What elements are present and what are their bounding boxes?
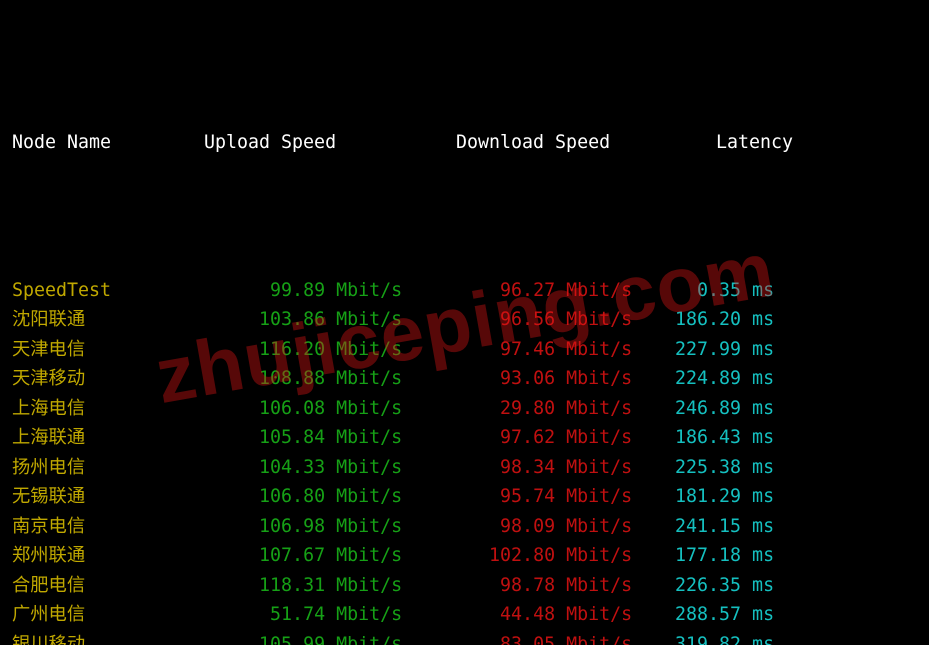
speed-row: 合肥电信 118.31 Mbit/s 98.78 Mbit/s 226.35 m… <box>12 571 917 601</box>
speed-row: 南京电信 106.98 Mbit/s 98.09 Mbit/s 241.15 m… <box>12 512 917 542</box>
download-speed: 97.62 Mbit/s <box>412 423 642 453</box>
node-name: 沈阳联通 <box>12 305 182 335</box>
latency-value: 186.20 ms <box>642 305 917 335</box>
latency-value: 181.29 ms <box>642 482 917 512</box>
upload-speed: 106.08 Mbit/s <box>182 394 412 424</box>
node-name: 南京电信 <box>12 512 182 542</box>
latency-value: 177.18 ms <box>642 541 917 571</box>
node-name: 银川移动 <box>12 630 182 645</box>
header-upload: Upload Speed <box>182 128 434 158</box>
node-name: 天津电信 <box>12 335 182 365</box>
upload-speed: 103.86 Mbit/s <box>182 305 412 335</box>
upload-speed: 116.20 Mbit/s <box>182 335 412 365</box>
latency-value: 246.89 ms <box>642 394 917 424</box>
latency-value: 186.43 ms <box>642 423 917 453</box>
latency-value: 225.38 ms <box>642 453 917 483</box>
upload-speed: 105.84 Mbit/s <box>182 423 412 453</box>
header-latency: Latency <box>686 128 917 158</box>
speed-row: 上海联通 105.84 Mbit/s 97.62 Mbit/s 186.43 m… <box>12 423 917 453</box>
download-speed: 97.46 Mbit/s <box>412 335 642 365</box>
speed-row: 扬州电信 104.33 Mbit/s 98.34 Mbit/s 225.38 m… <box>12 453 917 483</box>
terminal-output: Node Name Upload Speed Download Speed La… <box>0 0 929 645</box>
latency-value: 227.99 ms <box>642 335 917 365</box>
speed-row: SpeedTest 99.89 Mbit/s 96.27 Mbit/s 0.35… <box>12 276 917 306</box>
upload-speed: 108.88 Mbit/s <box>182 364 412 394</box>
download-speed: 96.27 Mbit/s <box>412 276 642 306</box>
node-name: 广州电信 <box>12 600 182 630</box>
speed-row: 无锡联通 106.80 Mbit/s 95.74 Mbit/s 181.29 m… <box>12 482 917 512</box>
header-download: Download Speed <box>434 128 686 158</box>
upload-speed: 99.89 Mbit/s <box>182 276 412 306</box>
node-name: 郑州联通 <box>12 541 182 571</box>
download-speed: 98.78 Mbit/s <box>412 571 642 601</box>
node-name: SpeedTest <box>12 276 182 306</box>
latency-value: 241.15 ms <box>642 512 917 542</box>
download-speed: 44.48 Mbit/s <box>412 600 642 630</box>
upload-speed: 105.99 Mbit/s <box>182 630 412 645</box>
header-row: Node Name Upload Speed Download Speed La… <box>12 128 917 158</box>
upload-speed: 107.67 Mbit/s <box>182 541 412 571</box>
speed-row: 银川移动 105.99 Mbit/s 83.05 Mbit/s 319.82 m… <box>12 630 917 645</box>
latency-value: 0.35 ms <box>642 276 917 306</box>
download-speed: 98.34 Mbit/s <box>412 453 642 483</box>
upload-speed: 51.74 Mbit/s <box>182 600 412 630</box>
node-name: 扬州电信 <box>12 453 182 483</box>
latency-value: 226.35 ms <box>642 571 917 601</box>
download-speed: 95.74 Mbit/s <box>412 482 642 512</box>
node-name: 上海联通 <box>12 423 182 453</box>
upload-speed: 104.33 Mbit/s <box>182 453 412 483</box>
download-speed: 96.56 Mbit/s <box>412 305 642 335</box>
node-name: 无锡联通 <box>12 482 182 512</box>
speed-row: 沈阳联通 103.86 Mbit/s 96.56 Mbit/s 186.20 m… <box>12 305 917 335</box>
upload-speed: 118.31 Mbit/s <box>182 571 412 601</box>
latency-value: 319.82 ms <box>642 630 917 645</box>
speed-row: 天津移动 108.88 Mbit/s 93.06 Mbit/s 224.89 m… <box>12 364 917 394</box>
latency-value: 224.89 ms <box>642 364 917 394</box>
speed-row: 郑州联通 107.67 Mbit/s 102.80 Mbit/s 177.18 … <box>12 541 917 571</box>
download-speed: 98.09 Mbit/s <box>412 512 642 542</box>
upload-speed: 106.98 Mbit/s <box>182 512 412 542</box>
download-speed: 102.80 Mbit/s <box>412 541 642 571</box>
download-speed: 29.80 Mbit/s <box>412 394 642 424</box>
node-name: 天津移动 <box>12 364 182 394</box>
speed-row: 上海电信 106.08 Mbit/s 29.80 Mbit/s 246.89 m… <box>12 394 917 424</box>
download-speed: 93.06 Mbit/s <box>412 364 642 394</box>
node-name: 上海电信 <box>12 394 182 424</box>
speed-row: 广州电信 51.74 Mbit/s 44.48 Mbit/s 288.57 ms <box>12 600 917 630</box>
speed-row: 天津电信 116.20 Mbit/s 97.46 Mbit/s 227.99 m… <box>12 335 917 365</box>
latency-value: 288.57 ms <box>642 600 917 630</box>
node-name: 合肥电信 <box>12 571 182 601</box>
header-node: Node Name <box>12 128 182 158</box>
download-speed: 83.05 Mbit/s <box>412 630 642 645</box>
upload-speed: 106.80 Mbit/s <box>182 482 412 512</box>
